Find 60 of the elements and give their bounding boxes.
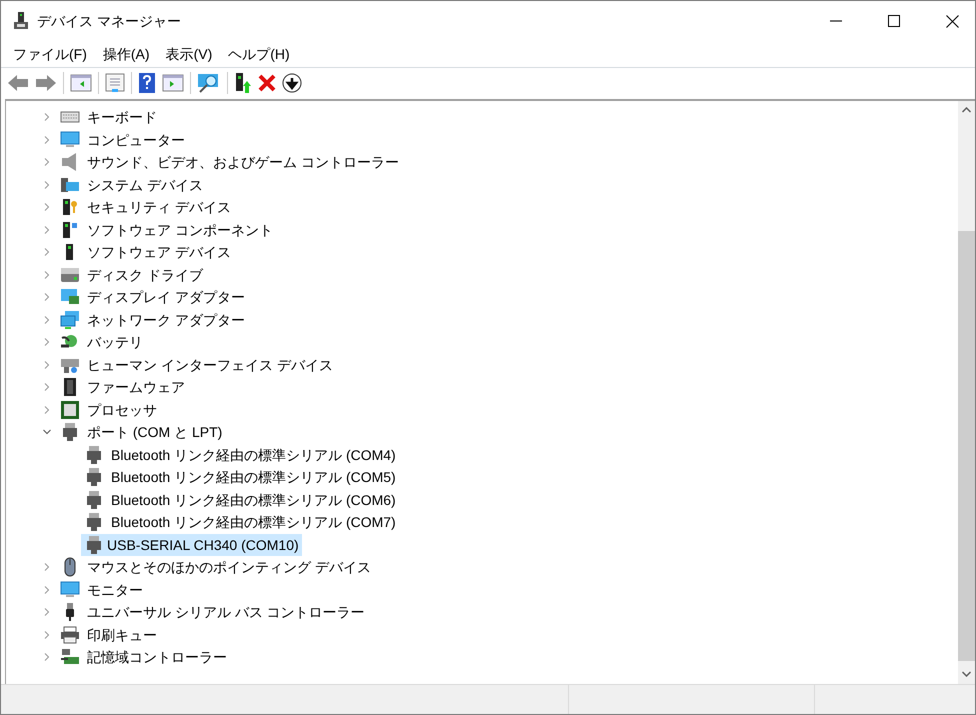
minimize-icon — [830, 20, 842, 22]
tree-item[interactable]: ポート (COM と LPT) — [84, 421, 226, 444]
panel-icon[interactable] — [162, 74, 184, 92]
tree-item[interactable]: 印刷キュー — [84, 624, 160, 646]
tree-item[interactable]: マウスとそのほかのポインティング デバイス — [84, 556, 374, 578]
device-icon — [84, 467, 104, 488]
tree-item[interactable]: バッテリ — [84, 331, 146, 354]
tree-item[interactable]: Bluetooth リンク経由の標準シリアル (COM5) — [108, 466, 399, 488]
tree-item[interactable]: プロセッサ — [84, 398, 160, 421]
tree-item[interactable]: ヒューマン インターフェイス デバイス — [84, 354, 336, 376]
tree-item[interactable]: コンピューター — [84, 128, 188, 151]
device-icon — [60, 130, 80, 150]
forward-arrow-icon[interactable] — [35, 74, 57, 92]
device-upload-icon[interactable] — [234, 72, 252, 94]
help-icon[interactable] — [138, 72, 156, 94]
window-title: デバイス マネージャー — [37, 12, 181, 30]
tree-item[interactable]: システム デバイス — [84, 174, 206, 196]
device-icon — [60, 422, 80, 442]
tree-item[interactable]: USB-SERIAL CH340 (COM10) — [81, 534, 302, 556]
device-icon — [84, 512, 104, 532]
close-icon — [946, 14, 958, 28]
device-icon — [60, 580, 80, 600]
tree-item[interactable]: モニター — [84, 578, 146, 601]
tree-item[interactable]: ネットワーク アダプター — [84, 308, 248, 331]
menu-item[interactable]: 表示(V) — [158, 41, 220, 67]
tree-item[interactable]: Bluetooth リンク経由の標準シリアル (COM6) — [108, 488, 399, 511]
device-icon — [60, 197, 80, 218]
delete-icon[interactable] — [258, 74, 276, 92]
scrollbar-thumb[interactable] — [958, 231, 975, 661]
tree-item[interactable]: ディスク ドライブ — [84, 264, 206, 286]
maximize-icon — [888, 15, 900, 27]
device-icon — [84, 490, 104, 510]
tree-item[interactable]: ファームウェア — [84, 376, 188, 398]
device-icon — [60, 220, 80, 240]
monitor-magnifier-icon[interactable] — [197, 72, 221, 92]
tree-item[interactable]: Bluetooth リンク経由の標準シリアル (COM7) — [108, 511, 399, 534]
tree-item[interactable]: ソフトウェア コンポーネント — [84, 218, 276, 241]
device-icon — [60, 624, 80, 645]
tree-item[interactable]: 記憶域コントローラー — [84, 646, 230, 668]
tree-item[interactable]: キーボード — [84, 106, 160, 128]
tree-item[interactable]: ユニバーサル シリアル バス コントローラー — [84, 601, 368, 624]
tree-item[interactable]: Bluetooth リンク経由の標準シリアル (COM4) — [108, 444, 399, 466]
scroll-down-icon[interactable] — [962, 671, 971, 677]
scrollbar[interactable] — [958, 101, 975, 684]
back-arrow-icon[interactable] — [7, 74, 29, 92]
menu-item[interactable]: 操作(A) — [94, 41, 158, 67]
device-icon — [60, 400, 80, 420]
tree-item[interactable]: セキュリティ デバイス — [84, 196, 234, 218]
panel-icon[interactable] — [70, 74, 92, 92]
tree-item[interactable]: ディスプレイ アダプター — [84, 286, 248, 308]
menu-item[interactable]: ファイル(F) — [5, 41, 95, 67]
tree-item[interactable]: ソフトウェア デバイス — [84, 241, 234, 264]
device-icon — [13, 12, 29, 30]
menu-item[interactable]: ヘルプ(H) — [220, 41, 298, 67]
device-icon — [60, 310, 80, 330]
tree-item[interactable]: サウンド、ビデオ、およびゲーム コントローラー — [84, 151, 402, 174]
device-icon — [84, 444, 104, 465]
properties-icon[interactable] — [105, 72, 125, 92]
device-icon — [84, 534, 104, 555]
scroll-up-icon[interactable] — [962, 107, 971, 113]
